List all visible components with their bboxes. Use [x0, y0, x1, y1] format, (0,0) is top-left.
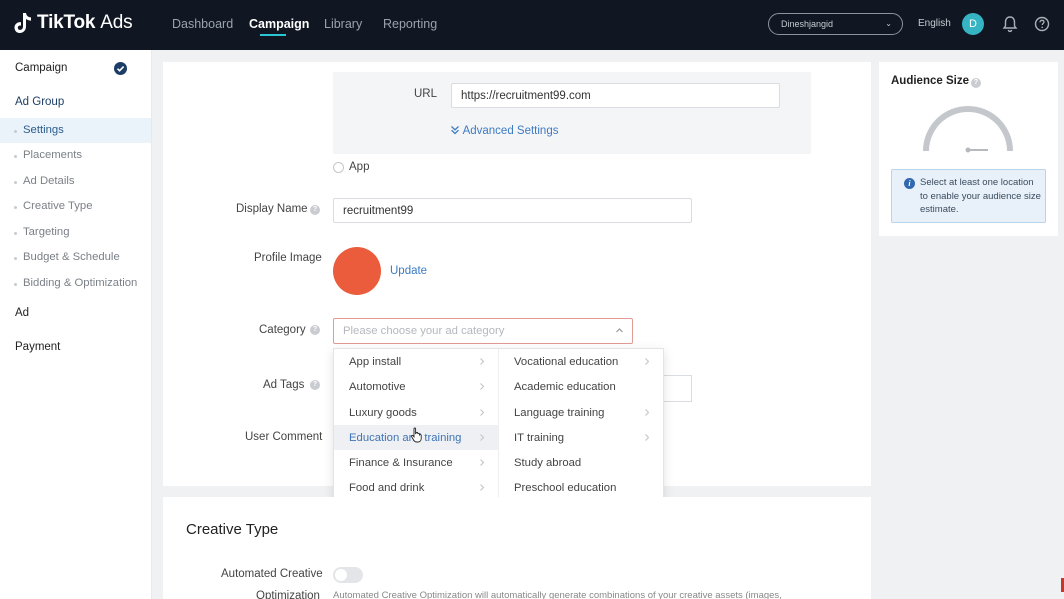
subcategory-option-label: Preschool education: [514, 482, 617, 495]
creative-type-title: Creative Type: [186, 521, 279, 538]
sidebar-item-placements[interactable]: Placements: [0, 143, 151, 168]
hand-cursor-icon: [411, 427, 422, 443]
chevron-down-icon: ⌄: [885, 19, 892, 28]
account-name: Dineshjangid: [781, 19, 834, 29]
category-option[interactable]: Automotive: [334, 374, 498, 399]
check-circle-icon: [114, 62, 127, 75]
category-select[interactable]: Please choose your ad category: [333, 318, 633, 344]
chevron-up-icon: [616, 328, 623, 333]
sidebar-item-bidding-optimization[interactable]: Bidding & Optimization: [0, 271, 151, 296]
subcategory-option-label: IT training: [514, 431, 565, 444]
subcategory-option-label: Study abroad: [514, 457, 582, 470]
subcategory-option-label: Language training: [514, 406, 605, 419]
category-option-label: Food and drink: [349, 482, 425, 495]
brand-name: TikTok: [37, 12, 96, 33]
display-name-input[interactable]: recruitment99: [333, 198, 692, 223]
question-icon[interactable]: ?: [310, 325, 320, 335]
category-dropdown: App install Automotive Luxury goods Educ…: [333, 348, 664, 501]
nav-library[interactable]: Library: [324, 17, 362, 31]
category-option[interactable]: Finance & Insurance: [334, 450, 498, 475]
category-option[interactable]: App install: [334, 349, 498, 374]
subcategory-option-label: Academic education: [514, 381, 616, 394]
chevron-right-icon: [480, 383, 485, 391]
category-option[interactable]: Luxury goods: [334, 400, 498, 425]
automated-creative-toggle[interactable]: [333, 567, 363, 583]
ad-tags-label: Ad Tags: [263, 379, 305, 391]
optimization-label: Optimization: [256, 590, 320, 599]
sidebar-item-ad-details[interactable]: Ad Details: [0, 169, 151, 194]
user-comment-label: User Comment: [245, 431, 323, 443]
user-avatar[interactable]: D: [962, 13, 984, 35]
info-icon: i: [904, 178, 915, 189]
account-selector[interactable]: Dineshjangid ⌄: [768, 13, 903, 35]
sidebar-item-targeting[interactable]: Targeting: [0, 220, 151, 245]
category-option-label: App install: [349, 356, 402, 368]
audience-info-text: Select at least one location to enable y…: [920, 177, 1041, 215]
category-option-label: Automotive: [349, 381, 406, 394]
subcategory-option-label: Vocational education: [514, 356, 619, 368]
nav-reporting[interactable]: Reporting: [383, 17, 437, 31]
language-selector[interactable]: English: [918, 18, 951, 29]
advanced-settings-link[interactable]: Advanced Settings: [450, 125, 558, 137]
category-level-2-list: Vocational education Academic education …: [499, 349, 663, 500]
category-label: Category: [259, 324, 306, 336]
sidebar-item-ad[interactable]: Ad: [15, 307, 29, 319]
sidebar-item-budget-schedule[interactable]: Budget & Schedule: [0, 245, 151, 270]
nav-campaign[interactable]: Campaign: [249, 17, 309, 31]
automated-creative-help-text: Automated Creative Optimization will aut…: [333, 590, 782, 599]
subcategory-option[interactable]: Academic education: [499, 374, 663, 399]
double-chevron-down-icon: [451, 126, 459, 135]
question-icon[interactable]: ?: [971, 78, 981, 88]
display-name-label: Display Name: [236, 203, 308, 215]
sidebar-item-ad-group[interactable]: Ad Group: [15, 96, 64, 108]
category-option-label: Luxury goods: [349, 406, 417, 419]
chevron-right-icon: [645, 408, 650, 416]
url-input[interactable]: https://recruitment99.com: [451, 83, 780, 108]
nav-dashboard[interactable]: Dashboard: [172, 17, 233, 31]
question-icon[interactable]: ?: [310, 205, 320, 215]
chevron-right-icon: [480, 408, 485, 416]
sidebar-item-creative-type[interactable]: Creative Type: [0, 194, 151, 219]
subcategory-option[interactable]: Language training: [499, 400, 663, 425]
subcategory-option[interactable]: Study abroad: [499, 450, 663, 475]
creative-type-card: [163, 497, 871, 599]
question-icon[interactable]: ?: [310, 380, 320, 390]
category-option-label: Finance & Insurance: [349, 457, 453, 470]
left-sidebar: Campaign Ad Group Settings Placements Ad…: [0, 50, 152, 599]
tiktok-ads-logo[interactable]: TikTok Ads: [14, 12, 133, 34]
automated-creative-label: Automated Creative: [221, 568, 323, 580]
top-navigation-bar: TikTok Ads Dashboard Campaign Library Rep…: [0, 0, 1064, 50]
subcategory-option[interactable]: IT training: [499, 425, 663, 450]
update-profile-image-link[interactable]: Update: [390, 265, 427, 277]
profile-image-thumbnail: [333, 247, 381, 295]
help-icon[interactable]: [1034, 15, 1050, 33]
chevron-right-icon: [645, 434, 650, 441]
bell-icon[interactable]: [1002, 15, 1018, 33]
tiktok-note-icon: [14, 13, 31, 33]
category-placeholder: Please choose your ad category: [343, 325, 505, 337]
sidebar-item-payment[interactable]: Payment: [15, 341, 60, 353]
chevron-right-icon: [645, 358, 650, 365]
app-radio[interactable]: [333, 162, 344, 173]
brand-suffix: Ads: [100, 12, 133, 33]
chevron-right-icon: [480, 484, 485, 492]
audience-size-title: Audience Size: [891, 75, 969, 87]
advanced-settings-label: Advanced Settings: [462, 125, 559, 137]
subcategory-option[interactable]: Vocational education: [499, 349, 663, 374]
sidebar-item-settings[interactable]: Settings: [0, 118, 151, 143]
sidebar-item-campaign[interactable]: Campaign: [15, 62, 67, 74]
url-label: URL: [414, 88, 438, 100]
chevron-right-icon: [480, 358, 485, 365]
category-option-label: Education and training: [349, 431, 462, 444]
chevron-right-icon: [480, 434, 485, 441]
active-nav-underline: [260, 34, 286, 36]
audience-gauge: [923, 106, 1013, 153]
chevron-right-icon: [480, 459, 485, 467]
category-level-1-list: App install Automotive Luxury goods Educ…: [334, 349, 499, 500]
profile-image-label: Profile Image: [254, 252, 322, 264]
app-radio-label: App: [349, 161, 370, 173]
